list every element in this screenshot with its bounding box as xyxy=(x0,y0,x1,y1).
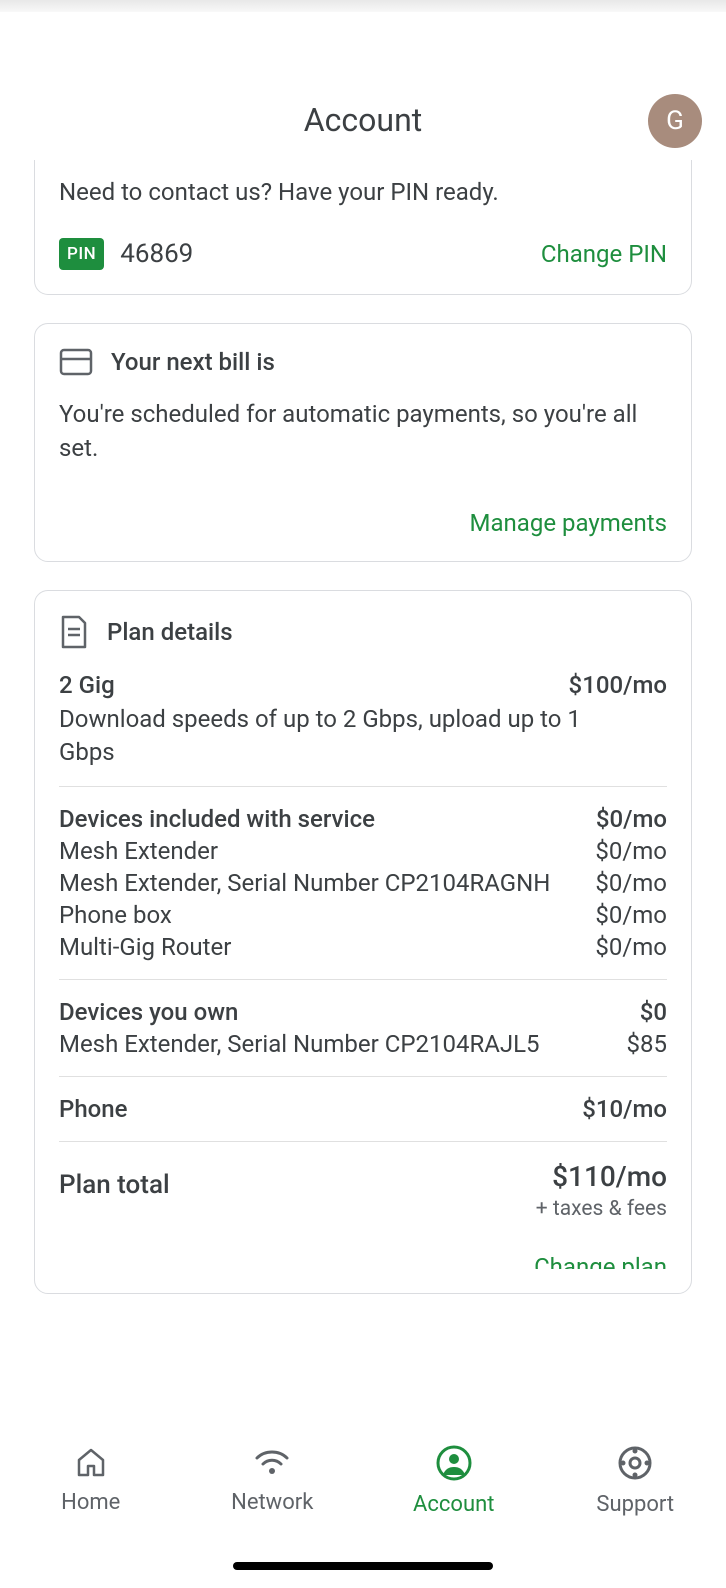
header: Account xyxy=(0,90,726,150)
plan-name-row: 2 Gig $100/mo xyxy=(59,671,667,699)
change-plan-peek: Change plan xyxy=(59,1253,667,1269)
avatar-letter: G xyxy=(666,106,684,136)
devices-owned-price: $0 xyxy=(640,998,667,1026)
nav-support-label: Support xyxy=(596,1492,674,1517)
phone-price: $10/mo xyxy=(582,1095,667,1123)
wifi-icon xyxy=(252,1444,292,1480)
device-label: Mesh Extender, Serial Number CP2104RAJL5 xyxy=(59,1030,627,1058)
device-label: Mesh Extender, Serial Number CP2104RAGNH xyxy=(59,869,595,897)
content-scroll[interactable]: Need to contact us? Have your PIN ready.… xyxy=(34,160,692,1418)
plan-total-right: $110/mo + taxes & fees xyxy=(536,1160,667,1221)
devices-included-header: Devices included with service $0/mo xyxy=(59,805,667,833)
plan-total-row: Plan total $110/mo + taxes & fees xyxy=(59,1160,667,1221)
divider xyxy=(59,786,667,787)
support-icon xyxy=(616,1444,654,1482)
phone-label: Phone xyxy=(59,1095,582,1123)
bill-card-body: You're scheduled for automatic payments,… xyxy=(59,398,667,465)
device-price: $0/mo xyxy=(595,933,667,961)
nav-network-label: Network xyxy=(231,1490,313,1515)
plan-total-label: Plan total xyxy=(59,1160,170,1200)
plan-price: $100/mo xyxy=(569,671,667,699)
home-indicator[interactable] xyxy=(233,1562,493,1570)
devices-owned-header: Devices you own $0 xyxy=(59,998,667,1026)
pin-left: PIN 46869 xyxy=(59,238,193,270)
plan-card-title: Plan details xyxy=(107,618,233,646)
plan-description: Download speeds of up to 2 Gbps, upload … xyxy=(59,703,599,768)
pin-row: PIN 46869 Change PIN xyxy=(59,238,667,270)
device-row: Mesh Extender, Serial Number CP2104RAGNH… xyxy=(59,869,667,897)
nav-home[interactable]: Home xyxy=(0,1444,182,1515)
devices-owned-label: Devices you own xyxy=(59,998,640,1026)
nav-support[interactable]: Support xyxy=(545,1444,726,1517)
device-row: Multi-Gig Router $0/mo xyxy=(59,933,667,961)
bill-card-action-row: Manage payments xyxy=(59,509,667,537)
top-gradient xyxy=(0,0,726,12)
devices-included-price: $0/mo xyxy=(596,805,667,833)
plan-card-header: Plan details xyxy=(59,615,667,649)
plan-name: 2 Gig xyxy=(59,671,569,699)
home-icon xyxy=(73,1444,109,1480)
device-row: Mesh Extender $0/mo xyxy=(59,837,667,865)
avatar[interactable]: G xyxy=(648,94,702,148)
pin-value: 46869 xyxy=(120,239,193,269)
device-price: $0/mo xyxy=(595,837,667,865)
devices-included-label: Devices included with service xyxy=(59,805,596,833)
pin-contact-text: Need to contact us? Have your PIN ready. xyxy=(59,178,667,206)
manage-payments-link[interactable]: Manage payments xyxy=(470,509,667,537)
document-icon xyxy=(59,615,89,649)
device-row: Phone box $0/mo xyxy=(59,901,667,929)
device-label: Multi-Gig Router xyxy=(59,933,595,961)
pin-card: Need to contact us? Have your PIN ready.… xyxy=(34,160,692,295)
change-plan-link[interactable]: Change plan xyxy=(534,1253,667,1269)
divider xyxy=(59,979,667,980)
credit-card-icon xyxy=(59,348,93,376)
account-icon xyxy=(435,1444,473,1482)
device-price: $85 xyxy=(627,1030,667,1058)
bill-card-header: Your next bill is xyxy=(59,348,667,376)
nav-network[interactable]: Network xyxy=(182,1444,364,1515)
divider xyxy=(59,1141,667,1142)
device-label: Mesh Extender xyxy=(59,837,595,865)
nav-account-label: Account xyxy=(413,1492,494,1517)
nav-account[interactable]: Account xyxy=(363,1444,545,1517)
plan-total-sub: + taxes & fees xyxy=(536,1197,667,1221)
device-row: Mesh Extender, Serial Number CP2104RAJL5… xyxy=(59,1030,667,1058)
plan-card: Plan details 2 Gig $100/mo Download spee… xyxy=(34,590,692,1294)
pin-badge: PIN xyxy=(59,238,104,270)
device-label: Phone box xyxy=(59,901,595,929)
nav-home-label: Home xyxy=(61,1490,120,1515)
change-pin-link[interactable]: Change PIN xyxy=(541,240,667,268)
phone-row: Phone $10/mo xyxy=(59,1095,667,1123)
bill-card: Your next bill is You're scheduled for a… xyxy=(34,323,692,562)
device-price: $0/mo xyxy=(595,869,667,897)
bill-card-title: Your next bill is xyxy=(111,348,275,376)
plan-total-value: $110/mo xyxy=(536,1160,667,1193)
device-price: $0/mo xyxy=(595,901,667,929)
divider xyxy=(59,1076,667,1077)
page-title: Account xyxy=(304,101,422,139)
